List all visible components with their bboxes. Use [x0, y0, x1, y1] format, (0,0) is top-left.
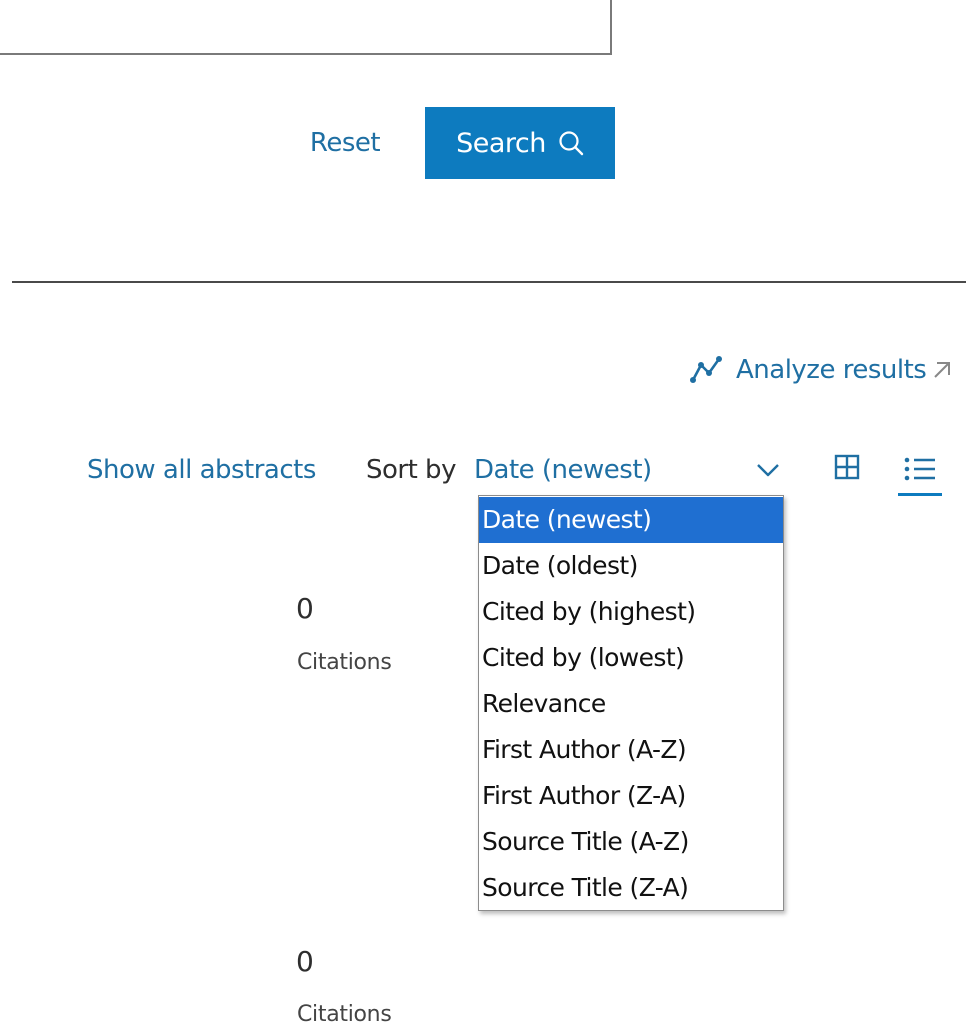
sort-option[interactable]: Source Title (Z-A): [479, 865, 783, 911]
sort-option[interactable]: Date (newest): [479, 497, 783, 543]
grid-view-button[interactable]: [832, 452, 862, 482]
sort-option[interactable]: First Author (Z-A): [479, 773, 783, 819]
citation-count: 0: [296, 592, 314, 625]
citation-count: 0: [296, 945, 314, 978]
chevron-down-icon: [757, 464, 779, 477]
reset-label: Reset: [309, 128, 381, 158]
arrow-up-right-icon: [934, 362, 951, 378]
citation-label: Citations: [297, 1002, 392, 1027]
sort-options-list[interactable]: Date (newest) Date (oldest) Cited by (hi…: [478, 495, 784, 911]
show-all-abstracts-label: Show all abstracts: [87, 455, 316, 485]
search-button[interactable]: Search: [425, 107, 615, 179]
sort-option[interactable]: First Author (A-Z): [479, 727, 783, 773]
list-view-icon: [904, 457, 935, 481]
search-field[interactable]: [0, 0, 612, 55]
show-all-abstracts-link[interactable]: Show all abstracts: [87, 449, 316, 491]
search-button-label: Search: [456, 127, 546, 159]
trend-line-icon: [690, 356, 722, 383]
active-view-indicator: [898, 493, 942, 496]
sort-option[interactable]: Cited by (lowest): [479, 635, 783, 681]
sort-select[interactable]: Date (newest): [474, 449, 786, 491]
sort-option[interactable]: Cited by (highest): [479, 589, 783, 635]
section-divider: [12, 281, 966, 283]
reset-button[interactable]: Reset: [296, 108, 394, 178]
search-icon: [559, 131, 584, 156]
sort-by-text: Sort by: [366, 455, 456, 485]
sort-option[interactable]: Source Title (A-Z): [479, 819, 783, 865]
sort-select-value: Date (newest): [474, 455, 652, 485]
analyze-results-label: Analyze results: [736, 355, 927, 385]
analyze-results-link[interactable]: Analyze results: [690, 348, 952, 392]
grid-view-icon: [834, 454, 860, 480]
sort-option[interactable]: Relevance: [479, 681, 783, 727]
list-view-button[interactable]: [898, 452, 942, 496]
sort-option[interactable]: Date (oldest): [479, 543, 783, 589]
citation-label: Citations: [297, 650, 392, 675]
sort-by-label: Sort by: [366, 449, 456, 491]
